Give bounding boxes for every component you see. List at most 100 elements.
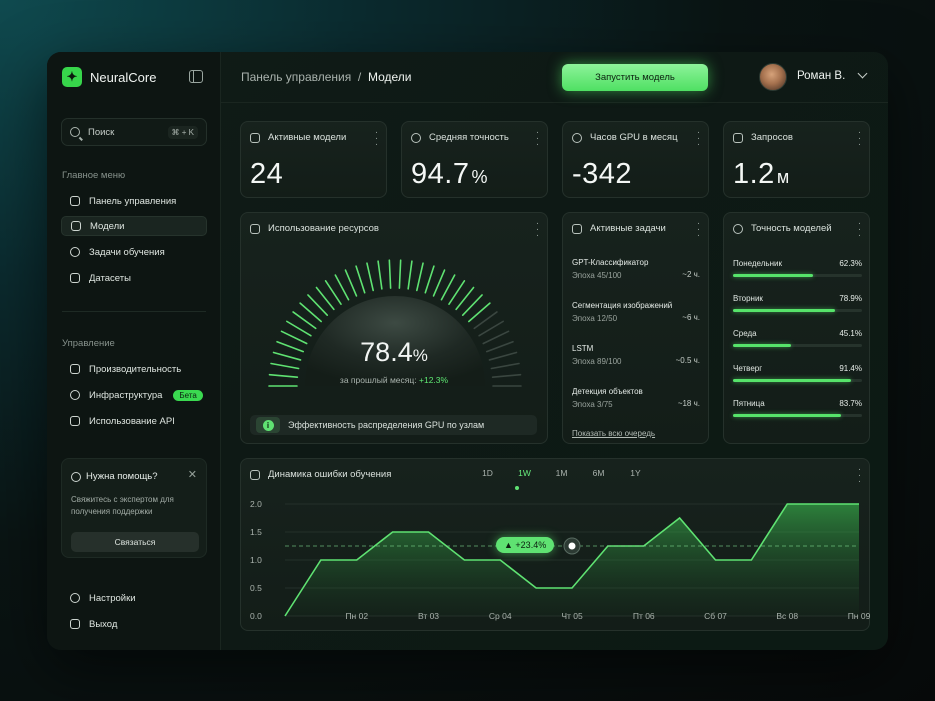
info-icon: i bbox=[256, 417, 280, 433]
more-icon[interactable]: · · · bbox=[535, 128, 539, 150]
app-window: ✦ NeuralCore Поиск ⌘ + K Главное меню Па… bbox=[47, 52, 888, 650]
stat-card-avg-accuracy: Средняя точность · · · 94.7% bbox=[401, 121, 548, 198]
task-name: Сегментация изображений bbox=[572, 301, 673, 310]
more-icon[interactable]: · · · bbox=[696, 219, 700, 241]
x-tick-label: Сб 07 bbox=[704, 611, 727, 621]
task-item[interactable]: Сегментация изображений Эпоха 12/50 ~6 ч… bbox=[572, 301, 700, 323]
x-tick-label: Пт 06 bbox=[633, 611, 655, 621]
stat-value: -342 bbox=[572, 158, 633, 190]
sidebar: ✦ NeuralCore Поиск ⌘ + K Главное меню Па… bbox=[47, 52, 221, 650]
model-accuracy-card: Точность моделей · · · Понедельник 62.3% Вто… bbox=[723, 212, 870, 444]
gauge-tick bbox=[478, 320, 504, 337]
stat-title: Средняя точность bbox=[429, 132, 509, 143]
gpu-efficiency-banner[interactable]: i Эффективность распределения GPU по узл… bbox=[250, 415, 537, 435]
task-eta: ~6 ч. bbox=[682, 313, 700, 322]
gauge-tick bbox=[377, 260, 383, 290]
accuracy-value: 83.7% bbox=[839, 399, 862, 408]
x-tick-label: Пн 09 bbox=[848, 611, 871, 621]
accuracy-bar bbox=[733, 344, 792, 347]
accuracy-track bbox=[733, 344, 862, 347]
avatar[interactable] bbox=[759, 63, 787, 91]
sidebar-item-models[interactable]: Модели bbox=[61, 216, 207, 236]
stat-title: Активные модели bbox=[268, 132, 347, 143]
sidebar-item-performance[interactable]: Производительность bbox=[61, 359, 207, 379]
change-badge: ▲ +23.4% bbox=[496, 537, 555, 553]
accuracy-row: Вторник 78.9% bbox=[733, 294, 862, 312]
close-icon[interactable]: ✕ bbox=[188, 468, 197, 481]
chevron-down-icon[interactable] bbox=[857, 68, 868, 79]
gauge-tick bbox=[398, 259, 402, 289]
stat-value: 1.2 м bbox=[733, 158, 790, 190]
more-icon[interactable]: · · · bbox=[374, 128, 378, 150]
sidebar-item-training[interactable]: Задачи обучения bbox=[61, 242, 207, 262]
logo[interactable]: ✦ NeuralCore bbox=[62, 67, 156, 87]
bolt-icon bbox=[70, 364, 80, 374]
gear-icon bbox=[70, 593, 80, 603]
accuracy-track bbox=[733, 309, 862, 312]
support-icon bbox=[71, 472, 81, 482]
accuracy-track bbox=[733, 379, 862, 382]
model-icon bbox=[71, 221, 81, 231]
help-card: Нужна помощь? ✕ Свяжитесь с экспертом дл… bbox=[61, 458, 207, 558]
task-item[interactable]: LSTM Эпоха 89/100 ~0.5 ч. bbox=[572, 344, 700, 366]
banner-text: Эффективность распределения GPU по узлам bbox=[288, 420, 485, 430]
sidebar-item-label: Модели bbox=[90, 220, 125, 232]
breadcrumb-current: Модели bbox=[367, 70, 412, 84]
gauge-tick bbox=[424, 265, 435, 294]
sidebar-item-label: Использование API bbox=[89, 415, 175, 427]
hover-marker-dot bbox=[568, 542, 576, 550]
sidebar-item-settings[interactable]: Настройки bbox=[61, 588, 207, 608]
logo-mark-icon: ✦ bbox=[62, 67, 82, 87]
sidebar-item-infrastructure[interactable]: Инфраструктура Бета bbox=[61, 385, 207, 405]
clock-icon bbox=[572, 133, 582, 143]
search-input[interactable]: Поиск ⌘ + K bbox=[61, 118, 207, 146]
sidebar-item-label: Задачи обучения bbox=[89, 246, 165, 258]
loss-chart: 0.0 0.5 1.0 1.5 2.0 Пн 02 Вт 03 Ср 04 Чт 05 Пт 06… bbox=[250, 499, 871, 621]
task-item[interactable]: GPT-Классификатор Эпоха 45/100 ~2 ч. bbox=[572, 258, 700, 280]
stat-card-requests: Запросов · · · 1.2 м bbox=[723, 121, 870, 198]
accuracy-bar bbox=[733, 414, 841, 417]
main-area: Панель управления / Модели Запустить мод… bbox=[221, 52, 888, 650]
y-tick-label: 2.0 bbox=[250, 499, 262, 509]
accuracy-value: 45.1% bbox=[839, 329, 862, 338]
app-name: NeuralCore bbox=[90, 69, 157, 85]
gauge-tick bbox=[440, 274, 456, 301]
gauge-subtitle: за прошлый месяц: +12.3% bbox=[339, 375, 449, 385]
topbar: Панель управления / Модели Запустить мод… bbox=[221, 52, 888, 103]
sidebar-item-label: Производительность bbox=[89, 363, 182, 375]
breadcrumb-separator: / bbox=[357, 70, 362, 84]
card-title: Точность моделей bbox=[751, 223, 832, 234]
layers-icon bbox=[733, 133, 743, 143]
loss-chart-card: Динамика ошибки обучения · · · 1D 1W 1M 6M… bbox=[240, 458, 871, 631]
task-item[interactable]: Детекция объектов Эпоха 3/75 ~18 ч. bbox=[572, 387, 700, 409]
manage-title: Управление bbox=[62, 338, 115, 349]
task-eta: ~0.5 ч. bbox=[675, 356, 700, 365]
accuracy-value: 91.4% bbox=[839, 364, 862, 373]
beta-badge: Бета bbox=[173, 389, 203, 401]
contact-button[interactable]: Связаться bbox=[71, 532, 199, 552]
y-tick-label: 0.0 bbox=[250, 611, 262, 621]
user-name[interactable]: Роман В. bbox=[797, 70, 845, 82]
more-icon[interactable]: · · · bbox=[857, 219, 861, 241]
gauge-value: 78.4% bbox=[360, 337, 428, 367]
sidebar-item-api[interactable]: Использование API bbox=[61, 411, 207, 431]
run-model-button[interactable]: Запустить модель bbox=[562, 64, 708, 91]
task-epoch: Эпоха 45/100 bbox=[572, 271, 622, 280]
sidebar-item-logout[interactable]: Выход bbox=[61, 614, 207, 634]
gauge-tick bbox=[388, 259, 392, 289]
sidebar-toggle-icon[interactable] bbox=[189, 70, 203, 83]
more-icon[interactable]: · · · bbox=[696, 128, 700, 150]
sidebar-item-label: Настройки bbox=[89, 592, 136, 604]
task-eta: ~2 ч. bbox=[682, 270, 700, 279]
more-icon[interactable]: · · · bbox=[857, 128, 861, 150]
accuracy-bar bbox=[733, 379, 851, 382]
sidebar-item-dashboard[interactable]: Панель управления bbox=[61, 191, 207, 211]
breadcrumb-root[interactable]: Панель управления bbox=[241, 70, 351, 84]
sidebar-item-datasets[interactable]: Датасеты bbox=[61, 268, 207, 288]
main-menu-title: Главное меню bbox=[62, 170, 126, 181]
stat-title: Запросов bbox=[751, 132, 793, 143]
show-queue-link[interactable]: Показать всю очередь bbox=[572, 429, 655, 438]
gauge-tick bbox=[344, 269, 358, 297]
clipboard-icon bbox=[572, 224, 582, 234]
logout-icon bbox=[70, 619, 80, 629]
